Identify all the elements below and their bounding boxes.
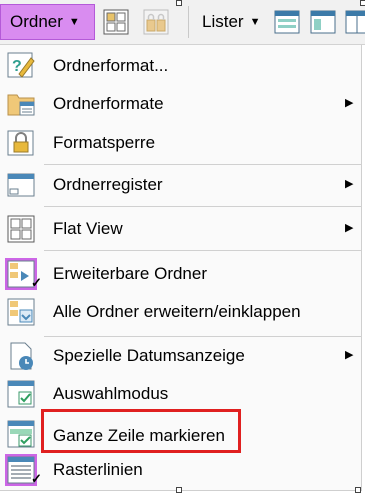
menu-item-label: Ganze Zeile markieren — [53, 426, 225, 445]
folder-tabs-icon — [5, 169, 37, 201]
menu-item-erweiterbare-ordner[interactable]: ✓ Erweiterbare Ordner — [0, 255, 362, 293]
resize-handle — [176, 0, 182, 6]
lister-panes-icon[interactable] — [307, 6, 339, 38]
menu-separator — [44, 206, 362, 207]
resize-handle — [355, 487, 361, 493]
checkmark-icon: ✓ — [31, 471, 42, 486]
format-lock-icon — [5, 127, 37, 159]
menu-separator — [44, 250, 362, 251]
menu-item-label: Ordnerregister — [53, 175, 163, 194]
lister-layout-icon[interactable] — [271, 6, 303, 38]
ordner-menu-label: Ordner — [10, 12, 63, 31]
checkmark-icon: ✓ — [31, 275, 42, 290]
menu-item-label: Flat View — [53, 219, 123, 238]
submenu-arrow-icon: ▶ — [345, 222, 354, 234]
menu-item-alle-ordner-erweitern[interactable]: Alle Ordner erweitern/einklappen — [0, 293, 362, 331]
ordner-menu-button[interactable]: Ordner ▼ — [0, 4, 95, 40]
selection-mode-icon — [5, 378, 37, 410]
submenu-arrow-icon: ▶ — [345, 97, 354, 109]
menu-item-auswahlmodus[interactable]: Auswahlmodus — [0, 375, 362, 413]
menu-item-label: Rasterlinien — [53, 460, 143, 479]
lister-menu-label: Lister — [202, 12, 244, 31]
toolbar-separator — [188, 6, 189, 38]
menu-item-label: Formatsperre — [53, 133, 156, 152]
menu-item-label: Ordnerformate — [53, 94, 164, 113]
menu-item-ordnerformate[interactable]: Ordnerformate ▶ — [0, 85, 362, 123]
flat-view-icon — [5, 213, 37, 245]
full-row-select-icon — [5, 418, 37, 450]
date-display-icon — [5, 340, 37, 372]
menu-item-ganze-zeile-markieren[interactable]: Ganze Zeile markieren — [0, 415, 362, 453]
menu-item-label: Ordnerformat... — [53, 56, 169, 75]
menu-separator — [44, 164, 362, 165]
submenu-arrow-icon: ▶ — [345, 178, 354, 190]
lister-dual-icon[interactable] — [340, 6, 365, 38]
dropdown-arrow-icon: ▼ — [249, 16, 261, 28]
folder-lock-toolbar-icon[interactable] — [140, 6, 172, 38]
resize-handle — [176, 487, 182, 493]
menu-item-rasterlinien[interactable]: ✓ Rasterlinien — [0, 451, 362, 489]
menu-item-ordnerregister[interactable]: Ordnerregister ▶ — [0, 166, 362, 204]
expand-collapse-icon — [5, 296, 37, 328]
resize-handle — [360, 0, 365, 6]
menu-item-label: Erweiterbare Ordner — [53, 264, 208, 283]
menu-item-label: Alle Ordner erweitern/einklappen — [53, 302, 301, 321]
menu-item-formatsperre[interactable]: Formatsperre — [0, 124, 362, 162]
toolbar: Ordner ▼ Lister ▼ — [0, 0, 365, 45]
folder-formats-icon — [5, 88, 37, 120]
ordner-dropdown-menu: ? Ordnerformat... Ordnerformate ▶ Format… — [0, 45, 362, 491]
menu-item-flat-view[interactable]: Flat View ▶ — [0, 210, 362, 248]
submenu-arrow-icon: ▶ — [345, 349, 354, 361]
flat-view-toolbar-icon[interactable] — [100, 6, 132, 38]
menu-item-label: Spezielle Datumsanzeige — [53, 346, 245, 365]
menu-item-ordnerformat[interactable]: ? Ordnerformat... — [0, 47, 362, 85]
menu-item-label: Auswahlmodus — [53, 384, 169, 403]
lister-menu-button[interactable]: Lister ▼ — [196, 4, 272, 40]
folder-format-edit-icon: ? — [5, 50, 37, 82]
menu-item-spezielle-datumsanzeige[interactable]: Spezielle Datumsanzeige ▶ — [0, 337, 362, 375]
dropdown-arrow-icon: ▼ — [68, 16, 80, 28]
